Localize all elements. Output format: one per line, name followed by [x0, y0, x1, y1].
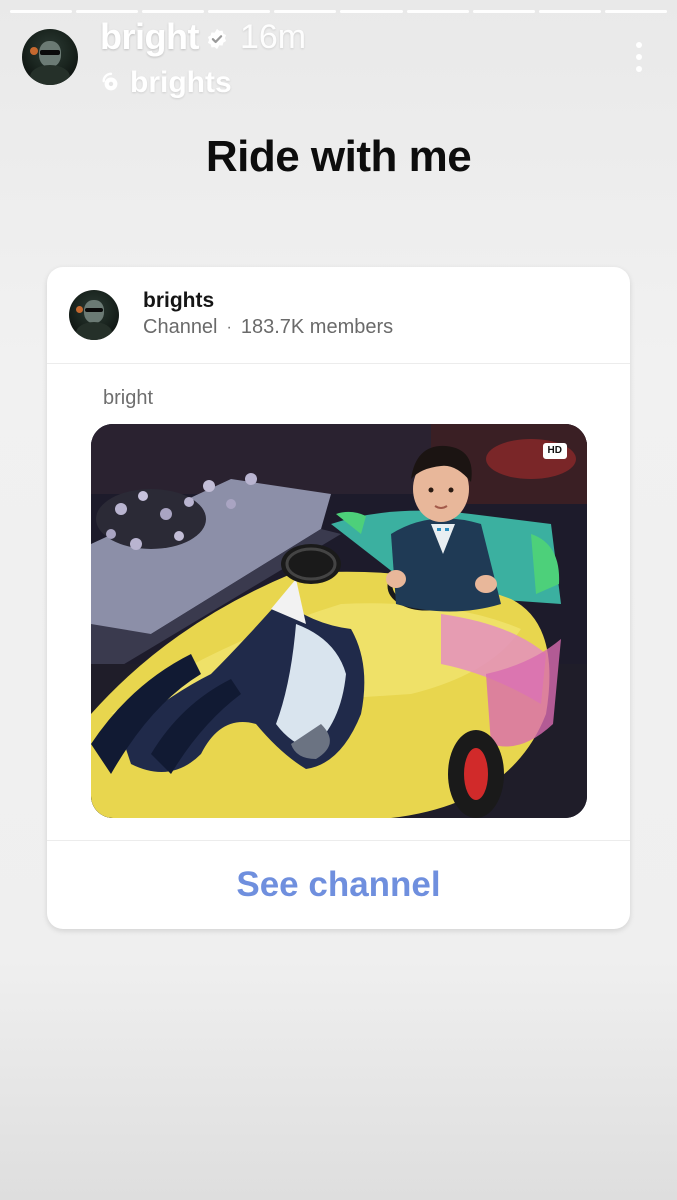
- more-vertical-icon[interactable]: [635, 42, 643, 72]
- username[interactable]: bright: [100, 16, 199, 58]
- channel-type: Channel: [143, 316, 218, 338]
- hd-badge: HD: [542, 443, 567, 459]
- progress-segment: [604, 10, 667, 13]
- meta-separator: ·: [226, 318, 232, 336]
- channel-title: brights: [143, 289, 215, 312]
- post-photo[interactable]: HD: [91, 424, 587, 818]
- progress-segment: [208, 10, 271, 13]
- progress-segment: [10, 10, 73, 13]
- card-footer: See channel: [47, 840, 630, 929]
- progress-segment: [340, 10, 403, 13]
- post-author: bright: [103, 387, 154, 409]
- story-headline: Ride with me: [205, 132, 472, 181]
- channel-meta: Channel · 183.7K members: [143, 316, 393, 339]
- channel-share-card[interactable]: brights Channel · 183.7K members bright: [47, 267, 630, 929]
- story-progress-bar: [10, 10, 667, 13]
- channel-avatar: [69, 290, 119, 340]
- progress-segment: [274, 10, 337, 13]
- see-channel-button[interactable]: See channel: [236, 865, 440, 905]
- post-time: 16m: [239, 17, 307, 56]
- verified-badge-icon: [207, 28, 227, 50]
- card-header[interactable]: brights Channel · 183.7K members: [47, 267, 630, 364]
- photo-image: [91, 424, 587, 818]
- progress-segment: [472, 10, 535, 13]
- broadcast-channel-icon: [102, 72, 118, 91]
- story-channel-link[interactable]: brights: [100, 66, 232, 100]
- channel-name: brights: [130, 66, 232, 99]
- progress-segment: [538, 10, 601, 13]
- progress-segment: [142, 10, 205, 13]
- story-header: bright 16m: [100, 16, 306, 58]
- profile-avatar[interactable]: [22, 29, 78, 85]
- progress-segment: [406, 10, 469, 13]
- member-count: 183.7K members: [240, 316, 394, 338]
- progress-segment: [76, 10, 139, 13]
